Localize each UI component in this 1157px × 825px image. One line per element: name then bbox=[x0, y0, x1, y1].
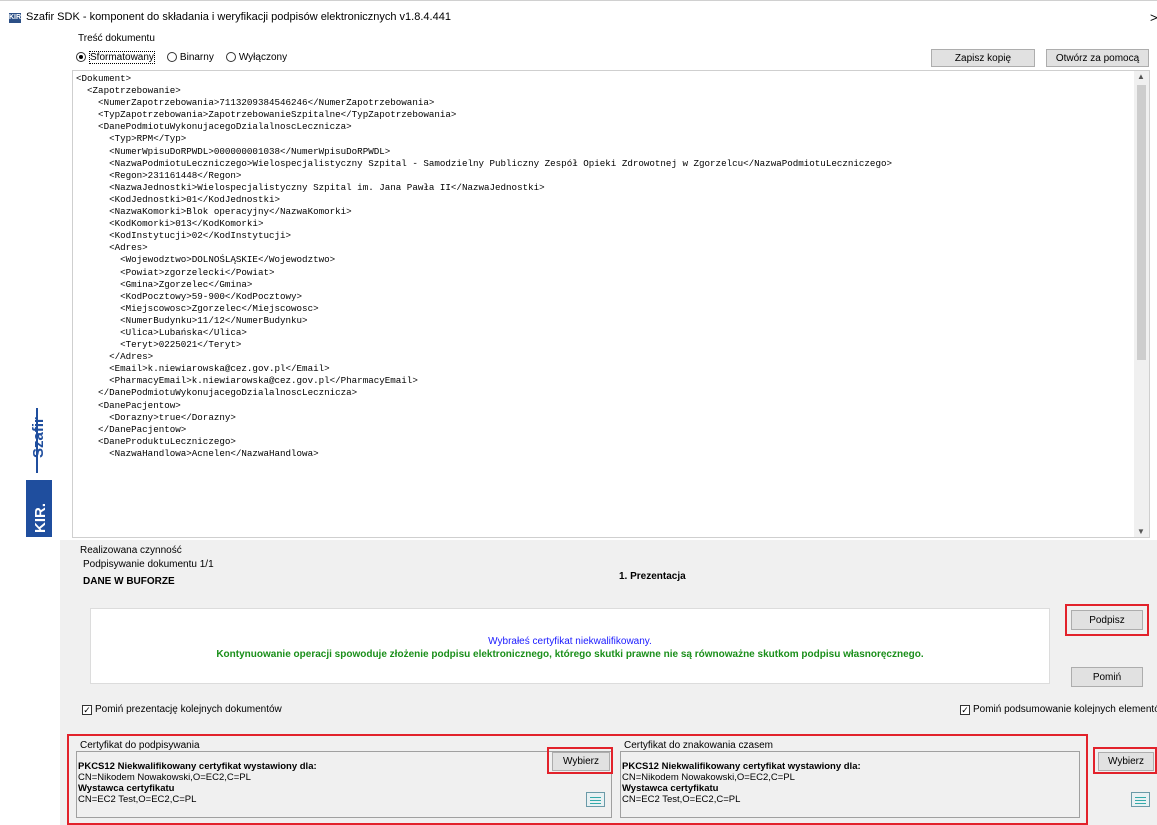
window-title: Szafir SDK - komponent do składania i we… bbox=[26, 11, 451, 23]
xml-line: <Wojewodztwo>DOLNOŚLĄSKIE</Wojewodztwo> bbox=[76, 254, 336, 266]
signing-cert-label: Certyfikat do podpisywania bbox=[80, 740, 200, 751]
timestamp-cert-label: Certyfikat do znakowania czasem bbox=[624, 740, 773, 751]
activity-progress: Podpisywanie dokumentu 1/1 bbox=[83, 559, 214, 570]
skip-summary-checkbox[interactable]: ✓ Pomiń podsumowanie kolejnych elementów bbox=[960, 704, 1157, 715]
info-message: Wybrałeś certyfikat niekwalifikowany. bbox=[488, 636, 652, 647]
timestamp-cert-issuer-heading: Wystawca certyfikatu bbox=[622, 783, 719, 794]
scroll-up-icon[interactable]: ▲ bbox=[1137, 72, 1145, 81]
xml-line: <Ulica>Lubańska</Ulica> bbox=[76, 326, 247, 338]
xml-line: <KodInstytucji>02</KodInstytucji> bbox=[76, 230, 292, 242]
skip-presentation-checkbox[interactable]: ✓ Pomiń prezentację kolejnych dokumentów bbox=[82, 704, 282, 715]
xml-line: <DanePodmiotuWykonujacegoDzialalnoscLecz… bbox=[76, 121, 352, 133]
kir-logo: KIR. bbox=[32, 503, 49, 533]
signing-cert-issuer: CN=EC2 Test,O=EC2,C=PL bbox=[78, 794, 197, 805]
xml-line: </Adres> bbox=[76, 351, 154, 363]
xml-line: <TypZapotrzebowania>ZapotrzebowanieSzpit… bbox=[76, 109, 457, 121]
title-bar: KIR Szafir SDK - komponent do składania … bbox=[0, 0, 1157, 31]
radio-formatted-indicator[interactable] bbox=[76, 52, 86, 62]
signing-cert-subject: CN=Nikodem Nowakowski,O=EC2,C=PL bbox=[78, 772, 251, 783]
save-copy-button[interactable]: Zapisz kopię bbox=[931, 49, 1035, 67]
skip-presentation-label: Pomiń prezentację kolejnych dokumentów bbox=[95, 704, 282, 715]
radio-binary-indicator[interactable] bbox=[166, 52, 177, 62]
xml-line: <NumerWpisuDoRPWDL>000000001038</NumerWp… bbox=[76, 145, 391, 157]
radio-binary-label: Binarny bbox=[179, 51, 214, 63]
xml-line: <KodKomorki>013</KodKomorki> bbox=[76, 218, 264, 230]
radio-formatted-label: Sformatowany bbox=[89, 50, 155, 64]
xml-line: <NazwaPodmiotuLeczniczego>Wielospecjalis… bbox=[76, 157, 892, 169]
xml-content: <Dokument> <Zapotrzebowanie> <NumerZapot… bbox=[76, 73, 892, 460]
window-close-icon[interactable]: > bbox=[1150, 10, 1157, 25]
timestamp-cert-heading: PKCS12 Niekwalifikowany certyfikat wysta… bbox=[622, 761, 861, 772]
skip-button[interactable]: Pomiń bbox=[1071, 667, 1143, 687]
xml-line: <NazwaKomorki>Blok operacyjny</NazwaKomo… bbox=[76, 206, 352, 218]
xml-line: <Teryt>0225021</Teryt> bbox=[76, 339, 242, 351]
app-icon: KIR bbox=[9, 13, 22, 23]
xml-line: <Adres> bbox=[76, 242, 148, 254]
xml-line: </DanePacjentow> bbox=[76, 423, 187, 435]
xml-line: <KodJednostki>01</KodJednostki> bbox=[76, 193, 280, 205]
warning-message: Kontynuowanie operacji spowoduje złożeni… bbox=[216, 649, 924, 660]
xml-line: <Gmina>Zgorzelec</Gmina> bbox=[76, 278, 253, 290]
timestamp-cert-issuer: CN=EC2 Test,O=EC2,C=PL bbox=[622, 794, 741, 805]
scroll-down-icon[interactable]: ▼ bbox=[1137, 527, 1145, 536]
view-mode-radio-group: Sformatowany Binarny Wyłączony bbox=[76, 50, 299, 64]
xml-line: <Zapotrzebowanie> bbox=[76, 85, 181, 97]
xml-line: <Regon>231161448</Regon> bbox=[76, 169, 242, 181]
xml-line: <Typ>RPM</Typ> bbox=[76, 133, 187, 145]
szafir-logo: Szafir bbox=[30, 417, 47, 458]
buffer-status: DANE W BUFORZE bbox=[83, 576, 175, 587]
signing-cert-issuer-heading: Wystawca certyfikatu bbox=[78, 783, 175, 794]
xml-line: </DanePodmiotuWykonujacegoDzialalnoscLec… bbox=[76, 387, 358, 399]
certificate-details-icon[interactable] bbox=[586, 792, 605, 807]
radio-formatted[interactable]: Sformatowany bbox=[76, 50, 155, 64]
xml-line: <KodPocztowy>59-900</KodPocztowy> bbox=[76, 290, 303, 302]
xml-line: <Dokument> bbox=[76, 73, 132, 84]
radio-disabled[interactable]: Wyłączony bbox=[225, 51, 288, 63]
xml-line: <Powiat>zgorzelecki</Powiat> bbox=[76, 266, 275, 278]
skip-summary-label: Pomiń podsumowanie kolejnych elementów bbox=[973, 704, 1157, 715]
choose-signing-highlight bbox=[547, 747, 613, 774]
checkbox-checked-icon[interactable]: ✓ bbox=[960, 704, 970, 715]
document-content-viewer[interactable]: <Dokument> <Zapotrzebowanie> <NumerZapot… bbox=[72, 70, 1150, 538]
scrollbar-thumb[interactable] bbox=[1137, 85, 1146, 360]
vertical-scrollbar[interactable]: ▲ ▼ bbox=[1134, 71, 1149, 537]
certificate-details-icon[interactable] bbox=[1131, 792, 1150, 807]
content-section-label: Treść dokumentu bbox=[78, 33, 155, 44]
signing-cert-heading: PKCS12 Niekwalifikowany certyfikat wysta… bbox=[78, 761, 317, 772]
xml-line: <PharmacyEmail>k.niewiarowska@cez.gov.pl… bbox=[76, 375, 418, 387]
xml-line: <DanePacjentow> bbox=[76, 399, 181, 411]
xml-line: <Email>k.niewiarowska@cez.gov.pl</Email> bbox=[76, 363, 330, 375]
timestamp-cert-subject: CN=Nikodem Nowakowski,O=EC2,C=PL bbox=[622, 772, 795, 783]
xml-line: <NazwaJednostki>Wielospecjalistyczny Szp… bbox=[76, 181, 545, 193]
branding-sidebar: Szafir KIR. bbox=[0, 30, 60, 825]
step-title: 1. Prezentacja bbox=[619, 571, 686, 582]
xml-line: <DaneProduktuLeczniczego> bbox=[76, 435, 236, 447]
activity-label: Realizowana czynność bbox=[80, 545, 182, 556]
xml-line: <Dorazny>true</Dorazny> bbox=[76, 411, 236, 423]
xml-line: <NumerZapotrzebowania>711320938454624​6<… bbox=[76, 97, 435, 109]
radio-disabled-label: Wyłączony bbox=[238, 51, 288, 63]
sign-button-highlight bbox=[1065, 604, 1149, 636]
checkbox-checked-icon[interactable]: ✓ bbox=[82, 704, 92, 715]
xml-line: <NumerBudynku>11/12</NumerBudynku> bbox=[76, 314, 308, 326]
radio-binary[interactable]: Binarny bbox=[166, 51, 214, 63]
xml-line: <NazwaHandlowa>Acnelen</NazwaHandlowa> bbox=[76, 447, 319, 459]
choose-timestamp-highlight bbox=[1093, 747, 1157, 774]
radio-disabled-indicator[interactable] bbox=[225, 52, 236, 62]
open-with-button[interactable]: Otwórz za pomocą bbox=[1046, 49, 1149, 67]
xml-line: <Miejscowosc>Zgorzelec</Miejscowosc> bbox=[76, 302, 319, 314]
